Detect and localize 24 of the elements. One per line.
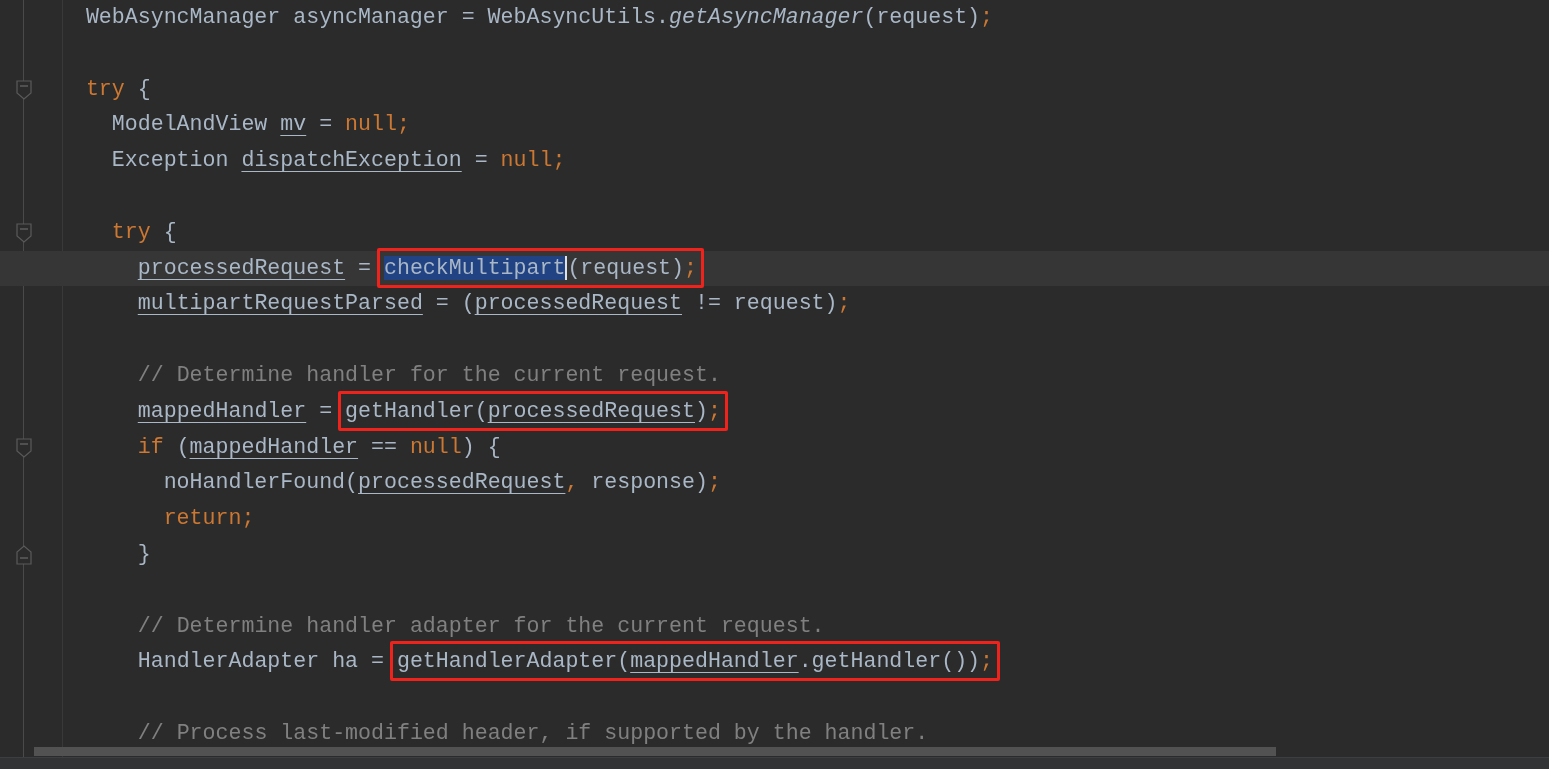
code-comment: // Process last-modified header, if supported by the handler. [137,720,929,745]
fold-marker-icon[interactable] [16,222,32,243]
fold-marker-icon[interactable] [16,79,32,100]
code-line: return; [163,506,255,531]
highlighted-code: checkMultipart(request); [377,247,704,288]
code-line: noHandlerFound(processedRequest, response); [163,470,721,495]
code-line: multipartRequestParsed = (processedRequest != request); [137,291,851,316]
code-line: try { [111,219,177,244]
code-line: try { [85,76,151,101]
code-line: HandlerAdapter ha = [137,649,385,674]
highlighted-code: getHandler(processedRequest); [338,390,728,431]
fold-marker-icon[interactable] [16,437,32,458]
highlighted-code: getHandlerAdapter(mappedHandler.getHandler()); [389,641,1001,682]
code-comment: // Determine handler for the current request. [137,362,721,387]
code-line: mappedHandler = [137,398,334,423]
code-line: if (mappedHandler == null) { [137,434,501,459]
code-line: } [137,541,151,566]
fold-marker-icon[interactable] [16,544,32,565]
code-comment: // Determine handler adapter for the current request. [137,613,825,638]
code-line: processedRequest = [137,255,372,280]
code-line: Exception dispatchException = null; [111,148,566,173]
horizontal-scrollbar[interactable] [34,747,1276,756]
code-line: WebAsyncManager asyncManager = WebAsyncUtils.getAsyncManager(request); [85,5,994,29]
code-line: ModelAndView mv = null; [111,112,410,137]
